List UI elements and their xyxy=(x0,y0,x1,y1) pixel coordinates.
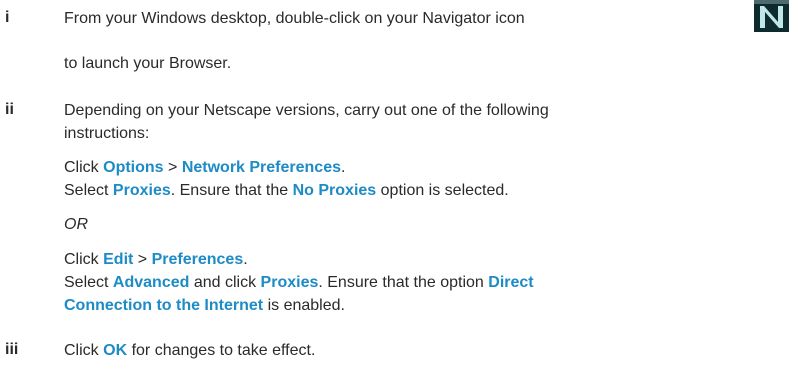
step-number-ii: ii xyxy=(5,101,14,118)
step-number-iii: iii xyxy=(5,341,19,358)
option-b-click-line: Click Edit > Preferences. xyxy=(64,250,248,270)
click-text: Click xyxy=(64,159,99,176)
step-number-i: i xyxy=(5,9,10,26)
enabled-text: is enabled. xyxy=(267,297,345,314)
option-b-select-line: Select Advanced and click Proxies. Ensur… xyxy=(64,273,534,293)
and-click-text: and click xyxy=(193,274,257,291)
click-text: Click xyxy=(64,251,99,268)
step-i-line-1: From your Windows desktop, double-click … xyxy=(64,10,525,27)
ensure-text: . Ensure that the option xyxy=(318,274,484,291)
menu-edit: Edit xyxy=(103,251,134,268)
step-ii-line-1: Depending on your Netscape versions, car… xyxy=(64,102,549,119)
menu-preferences: Preferences xyxy=(151,251,244,268)
step-ii-line-2: instructions: xyxy=(64,125,150,142)
ok-button-label: OK xyxy=(103,342,128,359)
tab-proxies: Proxies xyxy=(260,274,319,291)
category-advanced: Advanced xyxy=(112,274,190,291)
effect-text: for changes to take effect. xyxy=(131,342,316,359)
menu-separator: > xyxy=(168,159,178,176)
option-a-click-line: Click Options > Network Preferences. xyxy=(64,158,345,178)
option-no-proxies: No Proxies xyxy=(292,182,377,199)
step-iii-line: Click OK for changes to take effect. xyxy=(64,341,315,361)
menu-network-preferences: Network Preferences xyxy=(181,159,341,176)
select-text: Select xyxy=(64,274,109,291)
ensure-text: . Ensure that the xyxy=(170,182,289,199)
netscape-navigator-icon xyxy=(754,0,789,32)
menu-separator: > xyxy=(137,251,148,268)
option-direct-connection-part2: Connection to the Internet xyxy=(64,297,264,314)
option-b-continuation-line: Connection to the Internet is enabled. xyxy=(64,296,345,316)
step-i-line-2: to launch your Browser. xyxy=(64,55,232,72)
selected-text: option is selected. xyxy=(380,182,509,199)
tab-proxies: Proxies xyxy=(112,182,171,199)
click-text: Click xyxy=(64,342,99,359)
or-separator: OR xyxy=(64,216,88,233)
select-text: Select xyxy=(64,182,109,199)
option-direct-connection-part1: Direct xyxy=(488,274,534,291)
period: . xyxy=(243,251,248,268)
period: . xyxy=(341,159,346,176)
option-a-select-line: Select Proxies. Ensure that the No Proxi… xyxy=(64,181,509,201)
menu-options: Options xyxy=(103,159,164,176)
